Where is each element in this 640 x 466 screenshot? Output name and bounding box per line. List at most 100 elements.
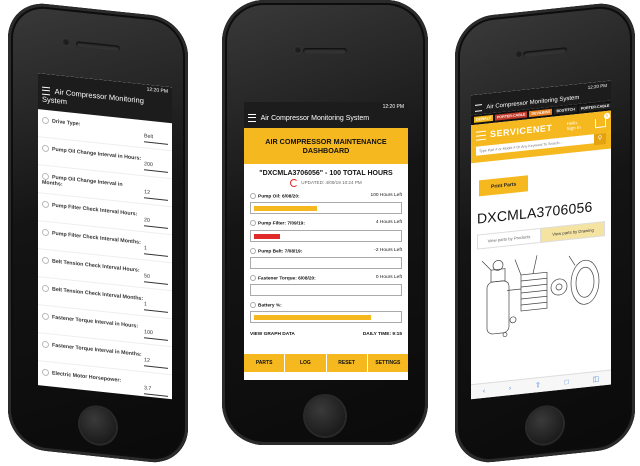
tab-log[interactable]: LOG bbox=[285, 354, 327, 372]
brand-logo[interactable]: BOSTITCH bbox=[554, 106, 577, 115]
cart-icon[interactable]: 0 bbox=[595, 112, 610, 128]
refresh-icon[interactable] bbox=[290, 179, 299, 187]
setting-value[interactable]: 12 bbox=[144, 357, 168, 369]
left-phone: 12:20 PM Air Compressor Monitoring Syste… bbox=[8, 0, 188, 466]
meter-remaining: 4 Hours Left bbox=[375, 220, 402, 226]
speaker bbox=[76, 41, 120, 52]
setting-value[interactable]: 20 bbox=[144, 217, 168, 229]
maintenance-meters: Pump Oil: 6/08/20: 100 Hours Left Pump Fil… bbox=[244, 193, 408, 324]
menu-icon[interactable] bbox=[476, 130, 486, 141]
settings-screen: 12:20 PM Air Compressor Monitoring Syste… bbox=[38, 73, 172, 400]
app-title: Air Compressor Monitoring System bbox=[260, 114, 370, 122]
back-icon[interactable]: ‹ bbox=[483, 387, 485, 394]
meter-name: Battery %: bbox=[250, 302, 282, 308]
setting-label: Pump Filter Check Interval Hours: bbox=[42, 201, 137, 218]
app-header: 12:20 PM Air Compressor Monitoring Syste… bbox=[244, 102, 408, 128]
brand-logo[interactable]: DEVILBISS bbox=[529, 108, 553, 118]
meter-bar bbox=[250, 256, 402, 269]
meter-remaining: 0 Hours Left bbox=[375, 274, 402, 280]
sign-in-text: Sign In bbox=[566, 124, 581, 132]
meter-remaining: 100 Hours Left bbox=[370, 193, 402, 198]
model-hours: "DXCMLA3706056" - 100 TOTAL HOURS bbox=[259, 170, 393, 177]
setting-value[interactable]: Belt bbox=[144, 133, 168, 145]
footer-links: VIEW GRAPH DATA DAILY TIME: 9:15 bbox=[250, 332, 402, 337]
tab-parts[interactable]: PARTS bbox=[244, 354, 286, 372]
meter: Fastener Torque: 6/08/20: 0 Hours Left bbox=[250, 274, 402, 297]
status-time: 12:20 PM bbox=[146, 86, 168, 95]
meter-name: Pump Oil: 6/08/20: bbox=[250, 193, 300, 199]
updated-line: UPDATED: 4/09/19 10:24 PM bbox=[244, 179, 408, 187]
setting-label: Electric Motor Horsepower: bbox=[42, 369, 121, 384]
speaker bbox=[523, 47, 567, 58]
dashboard-screen: 12:20 PM Air Compressor Monitoring Syste… bbox=[244, 102, 408, 380]
front-camera bbox=[62, 37, 70, 47]
right-phone: 12:20 PM Air Compressor Monitoring Syste… bbox=[455, 0, 635, 466]
speaker bbox=[303, 48, 347, 54]
meter-name: Fastener Torque: 6/08/20: bbox=[250, 275, 316, 281]
compressor-drawing bbox=[481, 255, 600, 338]
tab-drawing[interactable]: View parts by Drawing bbox=[541, 221, 605, 244]
settings-list: Drive Type: Belt Pump Oil Change Interval … bbox=[38, 109, 172, 400]
bottom-tab-bar: PARTS LOG RESET SETTINGS bbox=[244, 354, 408, 372]
logo-text: SERVICENET bbox=[490, 122, 553, 140]
setting-value[interactable]: 12 bbox=[144, 189, 168, 201]
search-icon[interactable]: ⚲ bbox=[594, 133, 606, 146]
front-camera bbox=[515, 49, 523, 59]
setting-label: Fastener Torque Interval in Months: bbox=[42, 341, 142, 358]
meter: Pump Filter: 7/09/19: 4 Hours Left bbox=[250, 220, 402, 242]
meter-remaining: -2 Hours Left bbox=[374, 247, 402, 253]
tabs-icon[interactable]: ◫ bbox=[592, 375, 599, 384]
menu-icon[interactable] bbox=[248, 114, 256, 122]
brand-logo[interactable]: DEWALT bbox=[474, 115, 493, 123]
forward-icon[interactable]: › bbox=[509, 385, 511, 392]
tab-reset[interactable]: RESET bbox=[327, 354, 368, 372]
meter-fill bbox=[254, 233, 280, 239]
setting-value[interactable]: 50 bbox=[144, 273, 168, 285]
servicenet-screen: 12:20 PM Air Compressor Monitoring Syste… bbox=[471, 80, 611, 400]
setting-label: Pump Oil Change Interval in Months: bbox=[42, 173, 144, 197]
status-time: 12:20 PM bbox=[587, 82, 607, 90]
setting-label: Fastener Torque Interval in Hours: bbox=[42, 313, 138, 330]
view-graph-link[interactable]: VIEW GRAPH DATA bbox=[250, 332, 295, 337]
share-icon[interactable]: ⇧ bbox=[535, 381, 541, 390]
setting-value[interactable]: 3.7 bbox=[144, 385, 168, 397]
sign-in[interactable]: Hello, Sign In bbox=[567, 120, 581, 131]
setting-value[interactable]: 100 bbox=[144, 329, 168, 341]
setting-value[interactable]: 1 bbox=[144, 301, 168, 313]
meter-fill bbox=[254, 315, 371, 321]
parts-diagram[interactable] bbox=[477, 240, 605, 341]
meter: Battery %: bbox=[250, 302, 402, 324]
daily-time: DAILY TIME: 9:15 bbox=[362, 332, 402, 338]
menu-icon[interactable] bbox=[475, 104, 482, 112]
status-time: 12:20 PM bbox=[382, 104, 404, 110]
dashboard-title: AIR COMPRESSOR MAINTENANCE DASHBOARD bbox=[244, 128, 408, 164]
home-button[interactable] bbox=[305, 396, 345, 436]
servicenet-logo[interactable]: SERVICENET bbox=[476, 123, 552, 141]
meter-fill bbox=[254, 206, 317, 212]
meter-bar bbox=[250, 284, 402, 297]
updated-text: UPDATED: 4/09/19 10:24 PM bbox=[301, 180, 362, 186]
setting-value[interactable]: 200 bbox=[144, 161, 168, 173]
cart-count: 0 bbox=[604, 112, 610, 119]
setting-value[interactable]: 1 bbox=[144, 245, 168, 257]
meter-bar bbox=[250, 229, 402, 242]
setting-label: Pump Oil Change Interval in Hours: bbox=[42, 145, 141, 162]
tab-products[interactable]: View parts by Products bbox=[477, 228, 541, 250]
front-camera bbox=[294, 46, 302, 54]
setting-label: Drive Type: bbox=[42, 117, 80, 128]
home-button[interactable] bbox=[80, 405, 116, 446]
meter-name: Pump Filter: 7/09/19: bbox=[250, 220, 305, 227]
tab-settings[interactable]: SETTINGS bbox=[368, 354, 408, 372]
browser-toolbar: ‹ › ⇧ □ ◫ bbox=[471, 369, 611, 400]
meter-bar bbox=[250, 202, 402, 215]
bookmarks-icon[interactable]: □ bbox=[565, 378, 569, 385]
print-parts-button[interactable]: Print Parts bbox=[479, 175, 529, 197]
meter: Pump Oil: 6/08/20: 100 Hours Left bbox=[250, 193, 402, 215]
meter-bar bbox=[250, 311, 402, 324]
meter: Pump Belt: 7/08/19: -2 Hours Left bbox=[250, 248, 402, 269]
home-button[interactable] bbox=[527, 405, 563, 446]
meter-name: Pump Belt: 7/08/19: bbox=[250, 248, 302, 254]
setting-label: Pump Filter Check Interval Months: bbox=[42, 229, 141, 246]
setting-label: Belt Tension Check Interval Months: bbox=[42, 285, 143, 303]
menu-icon[interactable] bbox=[42, 86, 50, 96]
